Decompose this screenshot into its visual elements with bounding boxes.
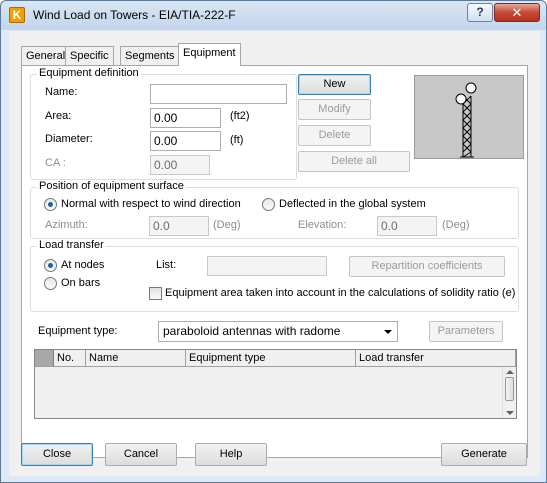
- area-unit: (ft2): [230, 110, 250, 122]
- position-group: Position of equipment surface: [30, 180, 519, 239]
- name-input[interactable]: [150, 84, 287, 104]
- list-input[interactable]: [207, 256, 327, 276]
- at-nodes-radio[interactable]: [44, 259, 57, 272]
- scroll-down-icon[interactable]: [506, 411, 514, 415]
- title-close-button[interactable]: ✕: [494, 3, 540, 22]
- cancel-button[interactable]: Cancel: [105, 443, 177, 466]
- window-title: Wind Load on Towers - EIA/TIA-222-F: [33, 8, 236, 22]
- position-title: Position of equipment surface: [37, 180, 186, 192]
- close-button[interactable]: Close: [21, 443, 93, 466]
- deflected-radio[interactable]: [262, 198, 275, 211]
- solidity-ratio-label[interactable]: Equipment area taken into account in the…: [165, 287, 515, 299]
- equipment-table[interactable]: No. Name Equipment type Load transfer: [34, 349, 517, 419]
- tab-segments[interactable]: Segments: [120, 46, 180, 65]
- title-help-button[interactable]: ?: [467, 3, 493, 22]
- table-header: No. Name Equipment type Load transfer: [35, 350, 516, 367]
- elevation-unit: (Deg): [442, 219, 470, 231]
- diameter-unit: (ft): [230, 134, 244, 146]
- parameters-button[interactable]: Parameters: [429, 321, 503, 342]
- delete-button[interactable]: Delete: [298, 125, 371, 146]
- dialog-window: K Wind Load on Towers - EIA/TIA-222-F ? …: [0, 0, 547, 483]
- equipment-type-label: Equipment type:: [38, 325, 118, 337]
- scroll-up-icon[interactable]: [506, 370, 514, 374]
- tab-specific[interactable]: Specific: [65, 46, 114, 65]
- name-label: Name:: [45, 86, 78, 98]
- table-vertical-scrollbar[interactable]: [502, 367, 516, 418]
- modify-button[interactable]: Modify: [298, 99, 371, 120]
- help-button[interactable]: Help: [195, 443, 267, 466]
- new-button[interactable]: New: [298, 74, 371, 95]
- on-bars-label[interactable]: On bars: [61, 277, 100, 289]
- list-label: List:: [156, 259, 177, 271]
- column-header-name[interactable]: Name: [86, 350, 186, 367]
- azimuth-input[interactable]: 0.0: [149, 216, 209, 236]
- equipment-type-select[interactable]: paraboloid antennas with radome: [158, 321, 398, 342]
- load-transfer-title: Load transfer: [37, 239, 106, 251]
- tab-general[interactable]: General: [21, 46, 71, 65]
- elevation-label: Elevation:: [298, 219, 347, 231]
- elevation-input[interactable]: 0.0: [377, 216, 437, 236]
- repartition-coefficients-button[interactable]: Repartition coefficients: [349, 256, 505, 277]
- equipment-definition-title: Equipment definition: [37, 67, 141, 79]
- area-label: Area:: [45, 110, 72, 122]
- diameter-label: Diameter:: [45, 133, 93, 145]
- ca-input[interactable]: 0.00: [150, 155, 210, 175]
- scroll-thumb[interactable]: [505, 377, 514, 401]
- normal-radio-label[interactable]: Normal with respect to wind direction: [61, 198, 241, 210]
- azimuth-unit: (Deg): [213, 219, 241, 231]
- app-logo-icon: K: [9, 7, 25, 23]
- title-bar[interactable]: K Wind Load on Towers - EIA/TIA-222-F ? …: [1, 1, 546, 30]
- deflected-radio-label[interactable]: Deflected in the global system: [279, 198, 426, 210]
- delete-all-button[interactable]: Delete all: [298, 151, 410, 172]
- column-header-equipment-type[interactable]: Equipment type: [186, 350, 356, 367]
- at-nodes-label[interactable]: At nodes: [61, 259, 104, 271]
- ca-label: CA :: [45, 157, 66, 169]
- solidity-ratio-checkbox[interactable]: [149, 287, 162, 300]
- dialog-client-area: General Specific Segments Equipment Equi…: [9, 31, 540, 476]
- tower-preview-image: [414, 75, 524, 159]
- equipment-tab-panel: Equipment definition Name: Area: 0.00 (f…: [21, 65, 528, 458]
- area-input[interactable]: 0.00: [150, 108, 221, 128]
- normal-radio[interactable]: [44, 198, 57, 211]
- generate-button[interactable]: Generate: [441, 443, 527, 466]
- table-corner-cell[interactable]: [35, 350, 54, 367]
- azimuth-label: Azimuth:: [45, 219, 88, 231]
- column-header-no[interactable]: No.: [54, 350, 86, 367]
- equipment-type-value: paraboloid antennas with radome: [163, 324, 341, 338]
- tower-with-antenna-icon: [455, 82, 477, 158]
- diameter-input[interactable]: 0.00: [150, 131, 221, 151]
- on-bars-radio[interactable]: [44, 277, 57, 290]
- chevron-down-icon[interactable]: [384, 330, 392, 334]
- tab-equipment[interactable]: Equipment: [178, 43, 241, 66]
- column-header-load-transfer[interactable]: Load transfer: [356, 350, 516, 367]
